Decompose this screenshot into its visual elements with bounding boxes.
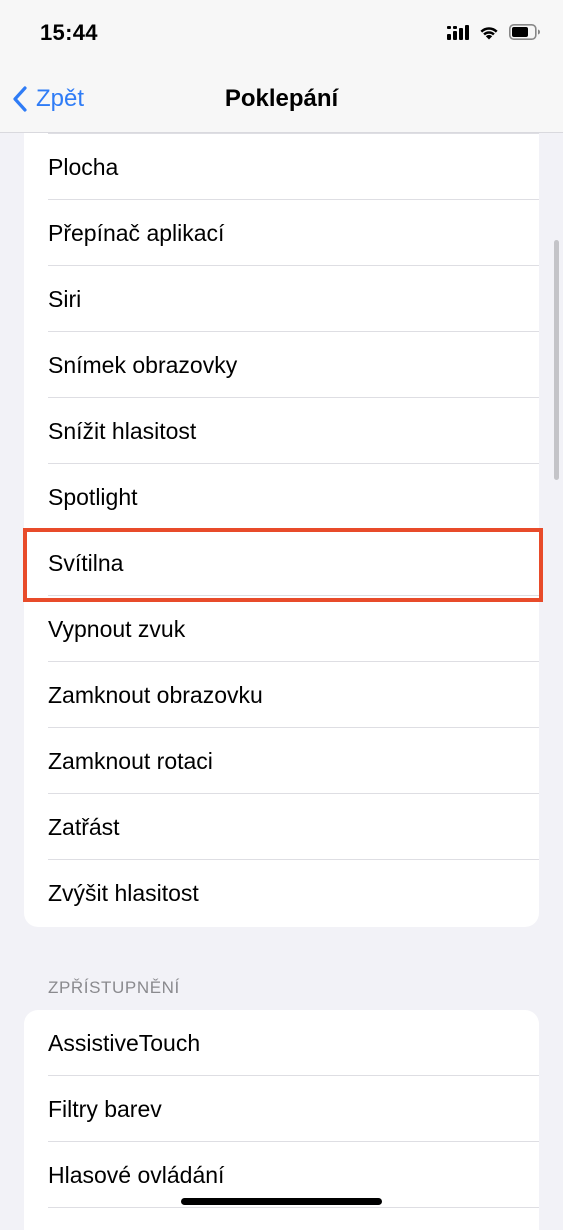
section-header-accessibility: ZPŘÍSTUPNĚNÍ: [48, 978, 180, 997]
list-item-zamknout-obrazovku[interactable]: Zamknout obrazovku: [24, 662, 539, 728]
list-item-prepinac-aplikaci[interactable]: Přepínač aplikací: [24, 200, 539, 266]
list-item-label: Vypnout zvuk: [48, 616, 186, 642]
status-time: 15:44: [40, 20, 98, 45]
list-item-filtry-barev[interactable]: Filtry barev: [24, 1076, 539, 1142]
list-item-label: Snížit hlasitost: [48, 418, 197, 444]
list-item-zvysit-hlasitost[interactable]: Zvýšit hlasitost: [24, 860, 539, 926]
status-bar: 15:44: [0, 0, 563, 66]
list-item-svitilna[interactable]: Svítilna: [24, 530, 539, 596]
list-item-zamknout-rotaci[interactable]: Zamknout rotaci: [24, 728, 539, 794]
list-item-assistivetouch[interactable]: AssistiveTouch: [24, 1010, 539, 1076]
page-title: Poklepání: [224, 85, 339, 112]
list-item-plocha[interactable]: Plocha: [24, 134, 539, 200]
list-item-label: Zvýšit hlasitost: [48, 880, 199, 906]
accessibility-list: AssistiveTouch Filtry barev Hlasové ovlá…: [24, 1010, 539, 1230]
list-item-vypnout-zvuk[interactable]: Vypnout zvuk: [24, 596, 539, 662]
list-item-label: Spotlight: [48, 484, 138, 510]
list-item-snimek-obrazovky[interactable]: Snímek obrazovky: [24, 332, 539, 398]
list-item-label: Svítilna: [48, 550, 124, 576]
list-item-siri[interactable]: Siri: [24, 266, 539, 332]
list-item-label: Snímek obrazovky: [48, 352, 238, 378]
list-item-label: Plocha: [48, 154, 119, 180]
scrollbar[interactable]: [554, 240, 559, 480]
list-item-spotlight[interactable]: Spotlight: [24, 464, 539, 530]
status-icons: [447, 24, 541, 40]
list-item-label: Siri: [48, 286, 82, 312]
cellular-signal-icon: [447, 25, 469, 40]
list-item-label: AssistiveTouch: [48, 1030, 201, 1056]
navigation-bar: Zpět Poklepání: [0, 66, 563, 133]
list-item-label: Zamknout rotaci: [48, 748, 213, 774]
list-item-label: Přepínač aplikací: [48, 220, 225, 246]
actions-list: Plocha Přepínač aplikací Siri Snímek obr…: [24, 133, 539, 927]
list-item-snizit-hlasitost[interactable]: Snížit hlasitost: [24, 398, 539, 464]
battery-icon: [509, 24, 540, 40]
home-indicator[interactable]: [181, 1198, 382, 1205]
list-item-label: Zatřást: [48, 814, 120, 840]
list-item-label: Zamknout obrazovku: [48, 682, 263, 708]
divider: [48, 1207, 539, 1208]
list-item-label: Filtry barev: [48, 1096, 162, 1122]
list-item-zatrast[interactable]: Zatřást: [24, 794, 539, 860]
wifi-icon: [480, 27, 498, 40]
